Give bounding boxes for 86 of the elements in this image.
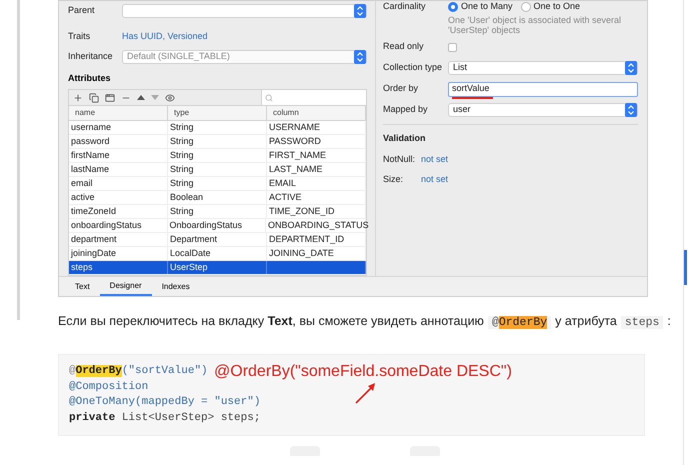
table-cell: String [168,163,267,176]
callout-text: @OrderBy("someField.someDate DESC") [214,362,512,382]
table-cell: joiningDate [69,247,168,260]
table-cell: Department [168,233,267,246]
stepper-icon [354,50,366,64]
copy-icon[interactable] [89,92,99,102]
order-by-field[interactable]: sortValue [448,82,638,96]
inline-code: @OrderBy [488,316,552,329]
search-icon [265,94,273,102]
table-cell: steps [69,261,168,274]
table-cell: USERNAME [267,121,366,134]
field-label: Mapped by [383,103,429,116]
table-cell: String [168,149,267,162]
code-line: @OneToMany(mappedBy = "user") [69,395,260,410]
paragraph-text: : [667,314,671,328]
field-label: Collection type [383,61,444,74]
section-title: Attributes [68,72,112,84]
move-up-icon[interactable] [137,95,145,100]
paragraph-text: Если вы переключитесь на вкладку Text, вы сможете увидеть аннотацию [58,314,484,328]
select-field[interactable]: List [448,61,638,75]
add-icon[interactable] [73,92,83,102]
traits-link[interactable]: Has UUID, Versioned [122,30,208,44]
table-cell: active [69,191,168,204]
table-cell: EMAIL [267,177,366,190]
select-field[interactable] [122,4,367,18]
column-header[interactable]: name [69,106,168,120]
table-cell: UserStep [168,261,267,274]
table-cell: timeZoneId [69,205,168,218]
table-cell: FIRST_NAME [267,149,366,162]
table-cell: String [168,177,267,190]
scrollbar-thumb[interactable] [684,250,687,285]
table-cell: LocalDate [168,247,267,260]
table-cell: PASSWORD [267,135,366,148]
table-cell: email [69,177,168,190]
tab[interactable]: Designer [100,277,152,296]
code-line: private List<UserStep> steps; [69,410,260,426]
field-label: Parent [68,4,96,18]
stepper-icon [354,4,366,18]
field-label: Traits [68,30,92,43]
search-field[interactable] [261,90,366,105]
table-cell: String [168,121,267,134]
code-line: @OrderBy("sortValue") [69,364,208,379]
stepper-icon [625,103,637,117]
field-label: Inheritance [68,50,114,63]
table-cell: onboardingStatus [69,219,168,232]
table-cell: OnboardingStatus [168,219,266,232]
tab[interactable]: Text [65,277,100,296]
paragraph-text: у атрибута [555,314,617,328]
table-cell: firstName [69,149,168,162]
callout-arrow [354,381,378,405]
table-cell: Boolean [168,191,267,204]
field-label: Cardinality [383,1,427,14]
table-cell: String [168,205,267,218]
not-set-link[interactable]: not set [421,173,448,186]
section-title: Validation [383,132,427,145]
table-cell: TIME_ZONE_ID [267,205,366,218]
table-cell: department [69,233,168,246]
not-set-link[interactable]: not set [421,152,448,166]
radio-label: One to One [534,1,580,14]
checkbox[interactable] [448,42,457,52]
table-cell: lastName [69,163,168,176]
field-label: Order by [383,82,420,96]
table-cell: JOINING_DATE [267,247,366,260]
hint-text: One 'User' object is associated with several 'UserStep' objects [448,15,622,35]
radio-button[interactable] [448,2,458,12]
column-header[interactable]: type [168,106,267,120]
column-header[interactable]: column [267,106,366,120]
eye-icon[interactable] [165,92,175,102]
table-cell: DEPARTMENT_ID [267,233,366,246]
window-icon[interactable] [105,92,115,102]
select-field[interactable]: user [448,103,638,117]
tab[interactable]: Indexes [152,277,200,296]
radio-label: One to Many [461,1,513,14]
stepper-icon [625,61,637,75]
table-cell: password [69,135,168,148]
table-cell: ONBOARDING_STATUS [266,219,366,232]
table-cell: ACTIVE [267,191,366,204]
field-label: NotNull: [383,152,416,166]
inline-code: steps [620,316,664,329]
table-cell: username [69,121,168,134]
radio-button[interactable] [520,2,531,12]
table-cell: LAST_NAME [267,163,366,176]
field-label: Size: [383,173,404,186]
field-label: Read only [383,40,425,54]
code-line: @Composition [69,380,148,394]
table-cell: String [168,135,267,148]
